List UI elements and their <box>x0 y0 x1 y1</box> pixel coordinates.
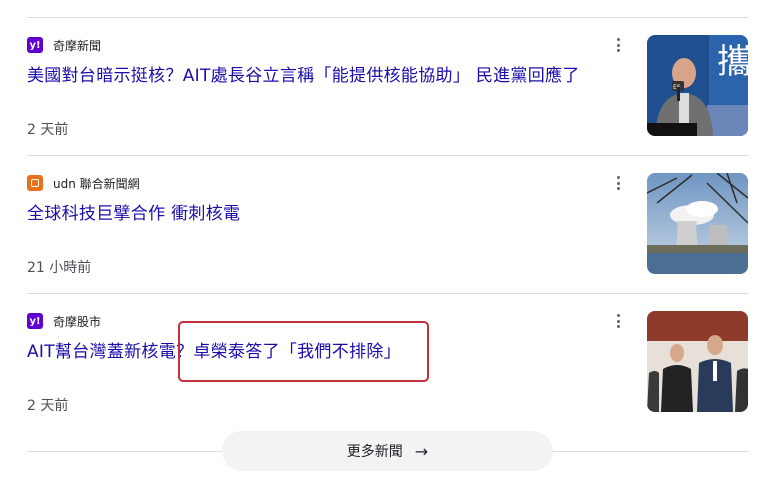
news-source: y! 奇摩新聞 <box>27 36 101 54</box>
svg-text:攜: 攜 <box>717 42 748 82</box>
yahoo-icon: y! <box>27 313 43 329</box>
more-options-icon[interactable] <box>610 311 626 331</box>
news-item[interactable]: y! 奇摩新聞 美國對台暗示挺核？AIT處長谷立言稱「能提供核能協助」 民進黨回… <box>27 17 748 155</box>
news-thumbnail[interactable]: 攜 ES <box>647 35 748 136</box>
news-thumbnail[interactable] <box>647 311 748 412</box>
source-name: udn 聯合新聞網 <box>53 176 140 191</box>
news-thumbnail[interactable] <box>647 173 748 274</box>
arrow-right-icon: → <box>414 441 429 461</box>
more-options-icon[interactable] <box>610 173 626 193</box>
news-time: 2 天前 <box>27 122 69 138</box>
udn-icon <box>27 175 43 191</box>
news-time: 21 小時前 <box>27 260 92 276</box>
more-news-button[interactable]: 更多新聞 → <box>222 431 553 471</box>
source-name: 奇摩股市 <box>53 314 102 329</box>
news-item[interactable]: udn 聯合新聞網 全球科技巨擘合作 衝刺核電 21 小時前 <box>27 155 748 293</box>
more-options-icon[interactable] <box>610 35 626 55</box>
yahoo-icon: y! <box>27 37 43 53</box>
source-name: 奇摩新聞 <box>53 38 102 53</box>
highlight-annotation-box <box>178 321 429 382</box>
news-headline-link[interactable]: 美國對台暗示挺核？AIT處長谷立言稱「能提供核能協助」 民進黨回應了 <box>27 61 580 86</box>
news-time: 2 天前 <box>27 398 69 414</box>
news-source: udn 聯合新聞網 <box>27 174 140 192</box>
news-source: y! 奇摩股市 <box>27 312 101 330</box>
news-headline-link[interactable]: 全球科技巨擘合作 衝刺核電 <box>27 199 240 224</box>
more-news-label: 更多新聞 <box>346 444 403 460</box>
